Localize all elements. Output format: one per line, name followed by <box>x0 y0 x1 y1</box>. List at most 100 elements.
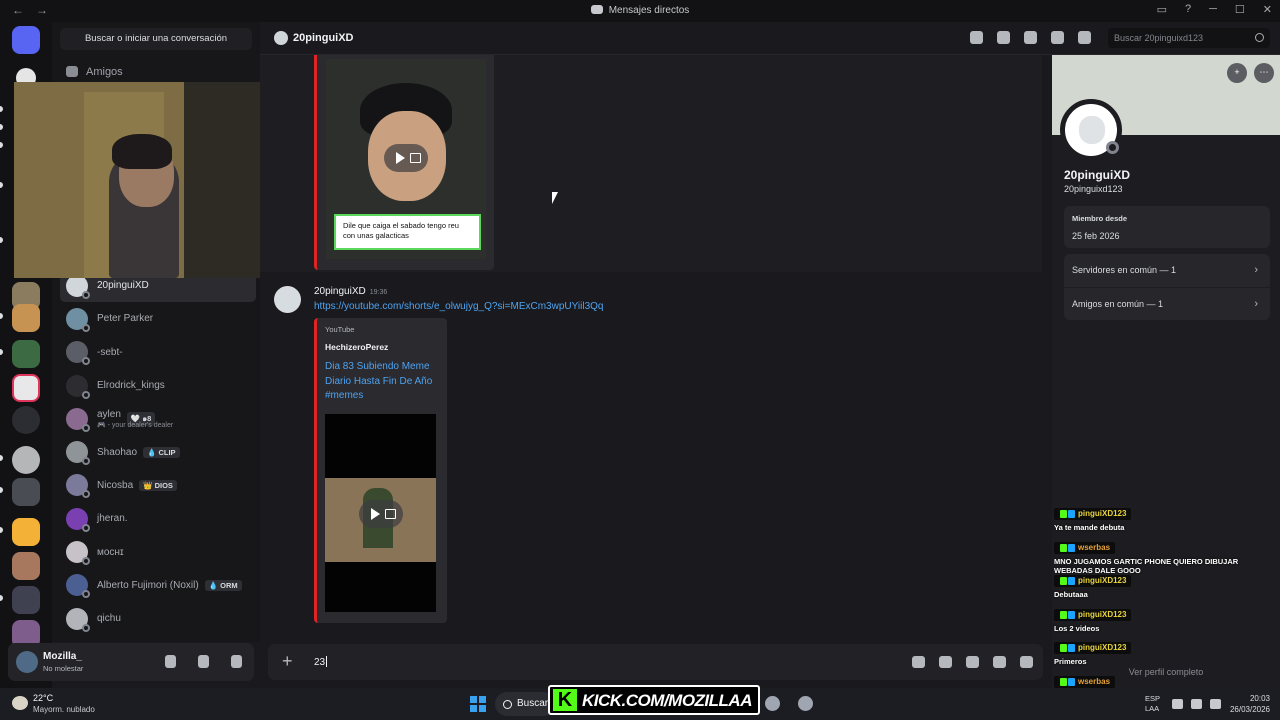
youtube-embed: YouTube HechizeroPerez Dia 83 Subiendo M… <box>314 318 447 623</box>
dm-item[interactable]: aylen 🤍 ๑8 🎮 - your dealer's dealer <box>60 402 256 435</box>
server-icon[interactable] <box>12 374 40 402</box>
clock[interactable]: 20:03 26/03/2026 <box>1230 693 1270 715</box>
dm-item[interactable]: ᴍᴏᴄʜɪ <box>60 535 256 568</box>
avatar[interactable] <box>16 651 38 673</box>
volume-icon[interactable] <box>1191 699 1202 709</box>
dm-item[interactable]: Peter Parker <box>60 302 256 335</box>
dm-item[interactable]: Alberto Fujimori (Noxil) 💧 ORM <box>60 569 256 602</box>
close-button[interactable]: ✕ <box>1263 3 1272 16</box>
dm-item[interactable]: jheran. <box>60 502 256 535</box>
user-status: No molestar <box>43 664 84 673</box>
dm-name: Nicosba <box>97 479 134 491</box>
dm-activity: 🎮 - your dealer's dealer <box>97 422 174 430</box>
unread-indicator <box>0 182 3 188</box>
stream-chat-message: pinguiXD123 Primeros <box>1052 642 1280 676</box>
unread-indicator <box>0 595 3 601</box>
conversation-search-button[interactable]: Buscar o iniciar una conversación <box>60 28 252 50</box>
sticker-icon[interactable] <box>966 656 979 668</box>
steam-icon[interactable] <box>765 696 780 711</box>
chat-search-input[interactable]: Buscar 20pinguixd123 <box>1108 28 1270 48</box>
pin-icon[interactable] <box>1024 31 1037 44</box>
embed-author[interactable]: HechizeroPerez <box>325 342 388 352</box>
dm-name: Elrodrick_kings <box>97 380 165 392</box>
dm-item[interactable]: -sebt- <box>60 336 256 369</box>
avatar[interactable] <box>274 286 301 313</box>
status-indicator <box>82 357 90 366</box>
status-indicator <box>82 490 90 499</box>
video-thumbnail[interactable]: Dile que caiga el sabado tengo reu con u… <box>326 59 486 259</box>
network-icon[interactable] <box>1172 699 1183 709</box>
dm-list: 20pinguiXD Peter Parker -sebt- Elrodrick_ki… <box>60 269 256 635</box>
guild-tag-badge: 👑 DIOS <box>139 479 177 491</box>
add-friends-icon[interactable] <box>1051 31 1064 44</box>
more-options-icon[interactable]: ⋯ <box>1254 63 1274 83</box>
stream-chat-message: pinguiXD123 Debutaaa <box>1052 575 1280 609</box>
inbox-tray-icon[interactable]: ▭ <box>1157 3 1167 16</box>
emoji-icon[interactable] <box>993 656 1006 668</box>
chat-username: pinguiXD123 <box>1054 575 1132 587</box>
gif-icon[interactable] <box>939 656 952 668</box>
call-icon[interactable] <box>970 31 983 44</box>
server-folder-icon[interactable] <box>12 478 40 506</box>
server-icon[interactable] <box>12 518 40 546</box>
dm-item[interactable]: Elrodrick_kings <box>60 369 256 402</box>
window-controls: ▭ ? ─ ☐ ✕ <box>1157 3 1272 16</box>
status-indicator <box>82 590 90 599</box>
play-icon[interactable] <box>384 144 428 172</box>
gear-icon[interactable] <box>231 655 242 668</box>
dm-item[interactable]: Nicosba 👑 DIOS <box>60 469 256 502</box>
avatar <box>66 541 90 566</box>
app-icon[interactable] <box>798 696 813 711</box>
member-since-card: Miembro desde 25 feb 2026 <box>1064 206 1270 248</box>
unread-indicator <box>0 313 3 319</box>
mutual-servers-row[interactable]: Servidores en común — 1 › <box>1064 254 1270 287</box>
server-icon[interactable] <box>12 552 40 580</box>
dm-item[interactable]: Shaohao 💧 CLIP <box>60 435 256 468</box>
message-author[interactable]: 20pinguiXD 19:36 <box>314 286 387 297</box>
friends-nav-item[interactable]: Amigos <box>66 66 123 78</box>
dm-item[interactable]: qichu <box>60 602 256 635</box>
message-link[interactable]: https://youtube.com/shorts/e_olwujyg_Q?s… <box>314 301 603 312</box>
video-thumbnail[interactable] <box>325 414 436 612</box>
server-icon[interactable] <box>12 340 40 368</box>
language-indicator[interactable]: ESP LAA <box>1145 694 1160 714</box>
play-icon[interactable] <box>359 500 403 528</box>
video-icon[interactable] <box>997 31 1010 44</box>
message-input[interactable]: 23 <box>314 656 328 668</box>
friends-icon <box>66 66 78 77</box>
unread-indicator <box>0 237 3 243</box>
user-panel: Mozilla_ No molestar <box>8 643 254 681</box>
server-icon[interactable] <box>12 406 40 434</box>
user-profile-icon[interactable] <box>1078 31 1091 44</box>
add-friend-icon[interactable]: + <box>1227 63 1247 83</box>
attach-plus-icon[interactable]: + <box>282 652 293 670</box>
chat-header: 20pinguiXD Buscar 20pinguixd123 <box>260 22 1280 55</box>
mouse-cursor <box>552 192 558 204</box>
stream-chat-message: wserbas MNO JUGAMOS GARTIC PHONE QUIERO D… <box>1052 541 1280 576</box>
home-discord-icon[interactable] <box>12 26 40 54</box>
server-icon[interactable] <box>12 446 40 474</box>
battery-icon[interactable] <box>1210 699 1221 709</box>
server-icon[interactable] <box>12 304 40 332</box>
chevron-right-icon: › <box>1254 298 1258 310</box>
taskbar-search[interactable]: Buscar <box>495 692 555 716</box>
start-windows-icon[interactable] <box>470 696 486 712</box>
maximize-button[interactable]: ☐ <box>1235 3 1245 16</box>
unread-indicator <box>0 124 3 130</box>
unread-indicator <box>0 487 3 493</box>
apps-icon[interactable] <box>1020 656 1033 668</box>
stream-chat-message: pinguiXD123 Ya te mande debuta <box>1052 508 1280 542</box>
minimize-button[interactable]: ─ <box>1209 3 1217 16</box>
embed-title[interactable]: Dia 83 Subiendo Meme Diario Hasta Fin De… <box>325 360 440 404</box>
status-indicator <box>82 323 90 332</box>
mutual-friends-row[interactable]: Amigos en común — 1 › <box>1064 287 1270 320</box>
profile-username: 20pinguixd123 <box>1064 184 1123 194</box>
profile-avatar <box>1060 99 1122 161</box>
help-icon[interactable]: ? <box>1185 3 1191 16</box>
server-icon[interactable] <box>12 586 40 614</box>
microphone-icon[interactable] <box>165 655 176 668</box>
headphones-icon[interactable] <box>198 655 209 668</box>
message-composer[interactable]: + 23 <box>268 644 1043 680</box>
status-indicator <box>82 523 90 532</box>
gift-icon[interactable] <box>912 656 925 668</box>
